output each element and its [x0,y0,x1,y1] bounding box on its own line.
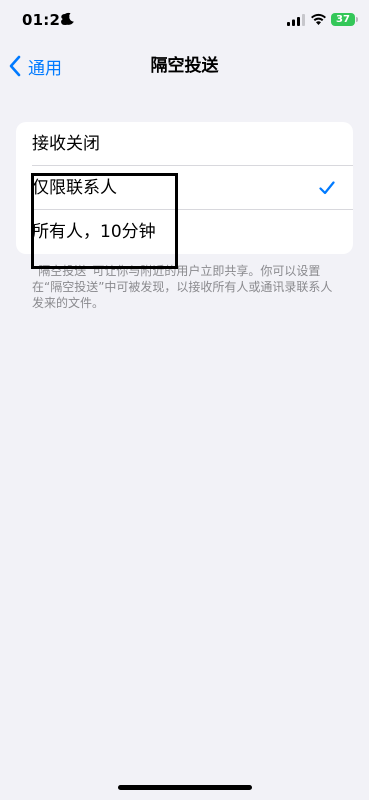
option-contacts-only[interactable]: 仅限联系人 [16,166,353,210]
back-button[interactable]: 通用 [8,52,62,80]
option-everyone-10-minutes[interactable]: 所有人，10分钟 [16,210,353,254]
battery-indicator: 37 [331,13,355,26]
footer-note: “隔空投送”可让你与附近的用户立即共享。你可以设置在“隔空投送”中可被发现，以接… [32,264,333,310]
wifi-icon [311,13,326,25]
airdrop-options-group: 接收关闭 仅限联系人 所有人，10分钟 [16,122,353,254]
chevron-left-icon [9,55,21,77]
cellular-signal-icon [287,14,305,26]
moon-icon [62,12,74,25]
option-receiving-off[interactable]: 接收关闭 [16,122,353,166]
back-button-label: 通用 [28,58,62,79]
option-label: 所有人，10分钟 [32,222,156,242]
battery-tip [356,17,358,22]
home-indicator[interactable] [118,785,252,790]
status-bar: 01:28 37 [0,0,369,44]
checkmark-icon [319,181,335,195]
option-label: 接收关闭 [32,134,100,154]
option-label: 仅限联系人 [32,178,117,198]
